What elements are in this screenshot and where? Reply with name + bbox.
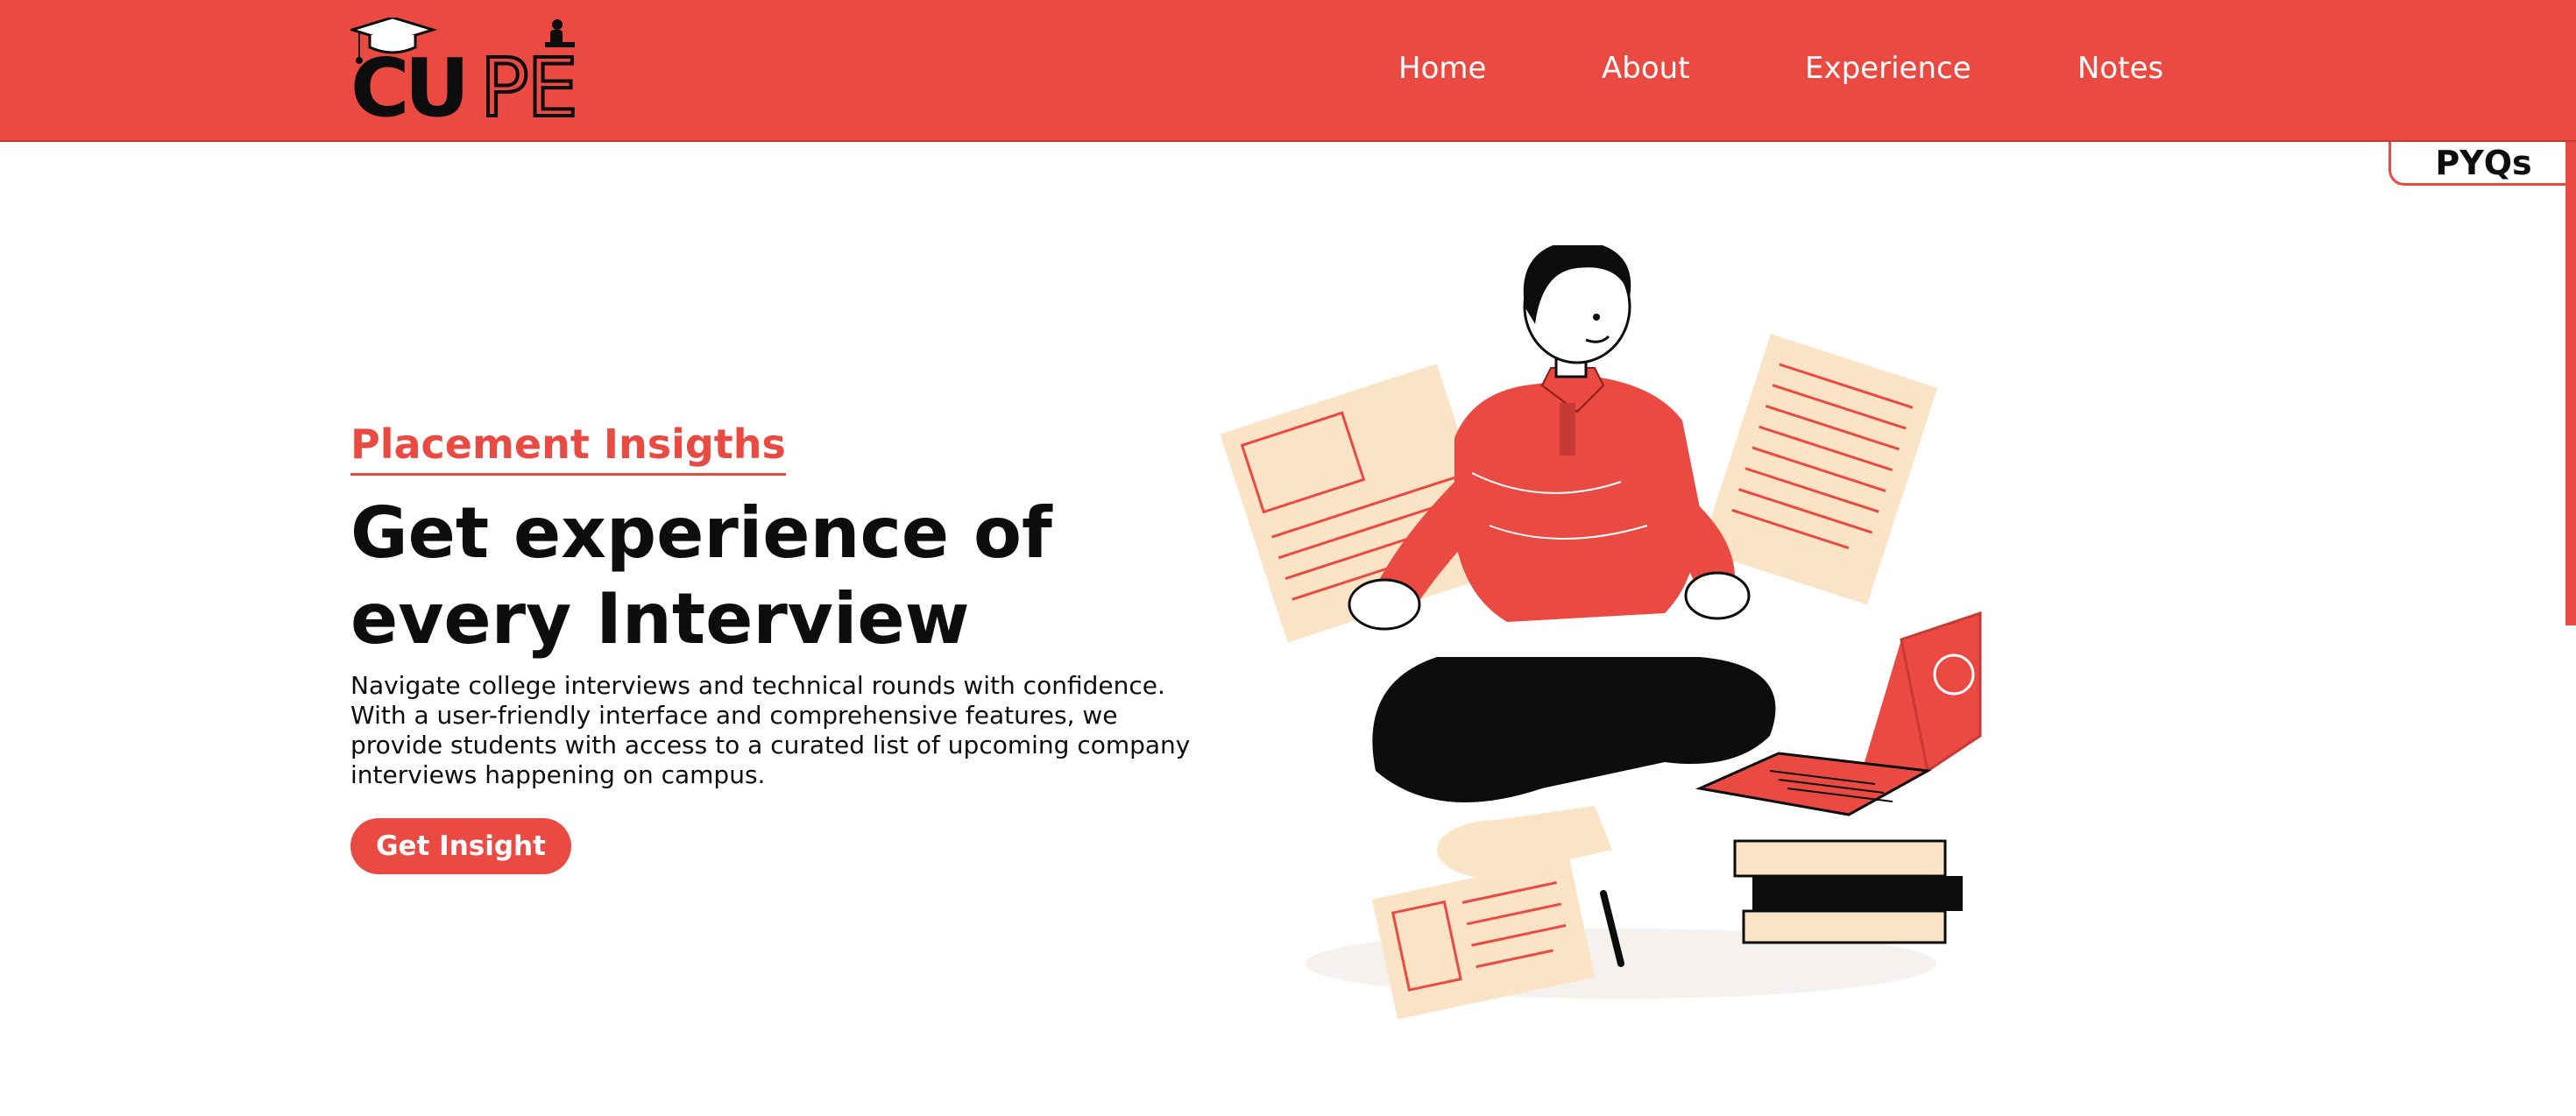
svg-text:PE: PE (480, 41, 577, 119)
paper-right (1700, 334, 1938, 605)
pyqs-side-tab[interactable]: PYQs (2388, 142, 2576, 186)
top-navbar: CU PE Home About Experience Notes (0, 0, 2576, 142)
right-accent-rail (2565, 142, 2576, 625)
hero-description: Navigate college interviews and technica… (350, 671, 1191, 789)
nav-experience-link[interactable]: Experience (1805, 51, 1971, 86)
headline-line-2: every Interview (350, 578, 970, 660)
nav-about-link[interactable]: About (1602, 51, 1690, 86)
student-reading-illustration (1209, 245, 2050, 1034)
nav-home-link[interactable]: Home (1398, 51, 1486, 86)
headline-line-1: Get experience of (350, 492, 1052, 574)
brand-logo[interactable]: CU PE (350, 18, 605, 119)
svg-text:CU: CU (350, 41, 464, 119)
hero-headline: Get experience of every Interview (350, 491, 1227, 662)
hero-kicker: Placement Insigths (350, 420, 786, 476)
nav-notes-link[interactable]: Notes (2077, 51, 2163, 86)
get-insight-button[interactable]: Get Insight (350, 818, 571, 874)
logo-graphic: CU PE (350, 18, 580, 119)
